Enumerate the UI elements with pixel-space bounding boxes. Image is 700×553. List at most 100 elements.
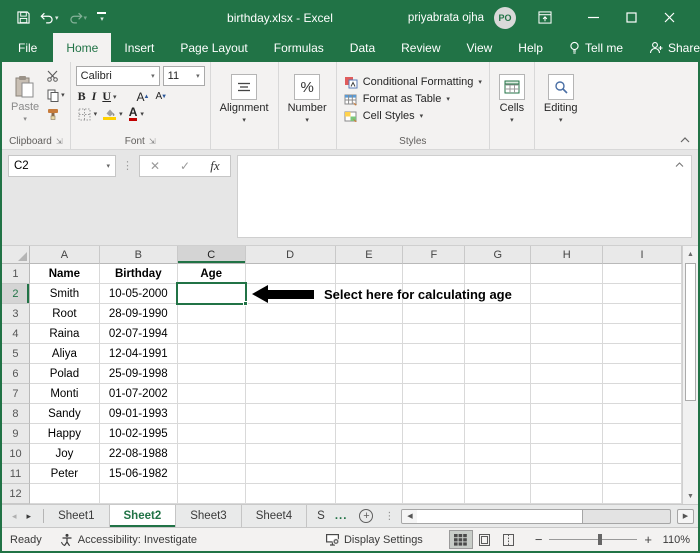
display-settings-button[interactable]: Display Settings bbox=[325, 533, 423, 546]
select-all-corner[interactable] bbox=[2, 246, 30, 264]
cell-C10[interactable] bbox=[178, 444, 246, 464]
save-icon[interactable] bbox=[14, 9, 33, 26]
cell-B10[interactable]: 22-08-1988 bbox=[100, 444, 178, 464]
tab-page-layout[interactable]: Page Layout bbox=[167, 33, 260, 62]
normal-view-button[interactable] bbox=[449, 530, 473, 549]
cell-E1[interactable] bbox=[336, 264, 404, 284]
cell-C5[interactable] bbox=[178, 344, 246, 364]
cell-I8[interactable] bbox=[603, 404, 682, 424]
cell-E7[interactable] bbox=[336, 384, 404, 404]
row-header-9[interactable]: 9 bbox=[2, 424, 30, 444]
cell-C11[interactable] bbox=[178, 464, 246, 484]
alignment-button[interactable]: Alignment ▾ bbox=[214, 65, 275, 133]
prev-sheet-icon[interactable]: ◂ bbox=[12, 511, 17, 522]
cell-I4[interactable] bbox=[603, 324, 682, 344]
cell-G2[interactable] bbox=[465, 284, 531, 304]
cell-F3[interactable] bbox=[403, 304, 465, 324]
sheet-tab-partial[interactable]: S bbox=[307, 505, 329, 527]
cell-I3[interactable] bbox=[603, 304, 682, 324]
tab-formulas[interactable]: Formulas bbox=[261, 33, 337, 62]
underline-button[interactable]: U▾ bbox=[102, 89, 116, 104]
tab-review[interactable]: Review bbox=[388, 33, 453, 62]
cell-A4[interactable]: Raina bbox=[30, 324, 100, 344]
cell-D3[interactable] bbox=[246, 304, 336, 324]
cell-C1[interactable]: Age bbox=[178, 264, 246, 284]
row-header-12[interactable]: 12 bbox=[2, 484, 30, 504]
close-button[interactable] bbox=[650, 2, 688, 33]
cell-F9[interactable] bbox=[403, 424, 465, 444]
font-dialog-launcher-icon[interactable]: ⇲ bbox=[149, 137, 156, 146]
cell-B5[interactable]: 12-04-1991 bbox=[100, 344, 178, 364]
cell-B1[interactable]: Birthday bbox=[100, 264, 178, 284]
row-header-5[interactable]: 5 bbox=[2, 344, 30, 364]
vertical-scroll-thumb[interactable] bbox=[685, 263, 696, 401]
cell-F11[interactable] bbox=[403, 464, 465, 484]
redo-button[interactable]: ▾ bbox=[66, 10, 91, 26]
cell-E12[interactable] bbox=[336, 484, 404, 504]
cell-B11[interactable]: 15-06-1982 bbox=[100, 464, 178, 484]
cell-D8[interactable] bbox=[246, 404, 336, 424]
cell-F10[interactable] bbox=[403, 444, 465, 464]
accessibility-status[interactable]: Accessibility: Investigate bbox=[60, 533, 197, 547]
user-name[interactable]: priyabrata ojha bbox=[408, 12, 484, 24]
cell-I11[interactable] bbox=[603, 464, 682, 484]
cell-B2[interactable]: 10-05-2000 bbox=[100, 284, 178, 304]
cell-G7[interactable] bbox=[465, 384, 531, 404]
fill-color-button[interactable]: ▾ bbox=[103, 108, 123, 120]
page-layout-view-button[interactable] bbox=[473, 530, 497, 549]
cell-F12[interactable] bbox=[403, 484, 465, 504]
font-size-select[interactable]: 11▾ bbox=[163, 66, 205, 86]
cell-A6[interactable]: Polad bbox=[30, 364, 100, 384]
cell-F7[interactable] bbox=[403, 384, 465, 404]
conditional-formatting-button[interactable]: Conditional Formatting▾ bbox=[344, 76, 482, 89]
cell-G1[interactable] bbox=[465, 264, 531, 284]
format-as-table-button[interactable]: Format as Table▾ bbox=[344, 93, 482, 106]
horizontal-scrollbar[interactable]: ◀ ▶ bbox=[401, 508, 694, 524]
cut-button[interactable] bbox=[47, 69, 65, 83]
cell-I5[interactable] bbox=[603, 344, 682, 364]
zoom-in-button[interactable]: + bbox=[644, 532, 652, 547]
scroll-left-icon[interactable]: ◀ bbox=[402, 510, 417, 523]
name-box[interactable]: C2▾ bbox=[8, 155, 116, 177]
cell-G4[interactable] bbox=[465, 324, 531, 344]
horizontal-scroll-thumb[interactable] bbox=[417, 510, 583, 523]
row-header-1[interactable]: 1 bbox=[2, 264, 30, 284]
row-header-6[interactable]: 6 bbox=[2, 364, 30, 384]
cell-A5[interactable]: Aliya bbox=[30, 344, 100, 364]
cancel-formula-icon[interactable]: ✕ bbox=[140, 156, 170, 176]
cell-D9[interactable] bbox=[246, 424, 336, 444]
cell-I7[interactable] bbox=[603, 384, 682, 404]
cell-C8[interactable] bbox=[178, 404, 246, 424]
cell-F6[interactable] bbox=[403, 364, 465, 384]
cell-E9[interactable] bbox=[336, 424, 404, 444]
cell-C4[interactable] bbox=[178, 324, 246, 344]
column-header-A[interactable]: A bbox=[30, 246, 100, 264]
cell-C9[interactable] bbox=[178, 424, 246, 444]
row-header-11[interactable]: 11 bbox=[2, 464, 30, 484]
cell-D6[interactable] bbox=[246, 364, 336, 384]
sheet-tab-sheet4[interactable]: Sheet4 bbox=[242, 505, 307, 527]
cell-G12[interactable] bbox=[465, 484, 531, 504]
zoom-out-button[interactable]: − bbox=[535, 532, 543, 547]
sheet-tab-sheet1[interactable]: Sheet1 bbox=[44, 505, 109, 527]
customize-qat-icon[interactable]: ▾ bbox=[94, 10, 109, 25]
cell-D10[interactable] bbox=[246, 444, 336, 464]
paste-button[interactable]: Paste ▾ bbox=[5, 65, 45, 133]
formula-input[interactable] bbox=[237, 155, 692, 238]
cell-B3[interactable]: 28-09-1990 bbox=[100, 304, 178, 324]
cell-F1[interactable] bbox=[403, 264, 465, 284]
column-header-H[interactable]: H bbox=[531, 246, 603, 264]
collapse-formula-bar-icon[interactable] bbox=[675, 159, 684, 169]
font-color-button[interactable]: A▾ bbox=[129, 107, 144, 121]
cell-E11[interactable] bbox=[336, 464, 404, 484]
add-sheet-button[interactable]: + bbox=[353, 505, 379, 527]
cell-D5[interactable] bbox=[246, 344, 336, 364]
cell-C7[interactable] bbox=[178, 384, 246, 404]
undo-dropdown-icon[interactable]: ▾ bbox=[55, 14, 59, 22]
cell-I12[interactable] bbox=[603, 484, 682, 504]
cell-I1[interactable] bbox=[603, 264, 682, 284]
tab-file[interactable]: File bbox=[2, 33, 53, 62]
share-button[interactable]: Share bbox=[636, 33, 700, 62]
row-header-3[interactable]: 3 bbox=[2, 304, 30, 324]
cell-F5[interactable] bbox=[403, 344, 465, 364]
